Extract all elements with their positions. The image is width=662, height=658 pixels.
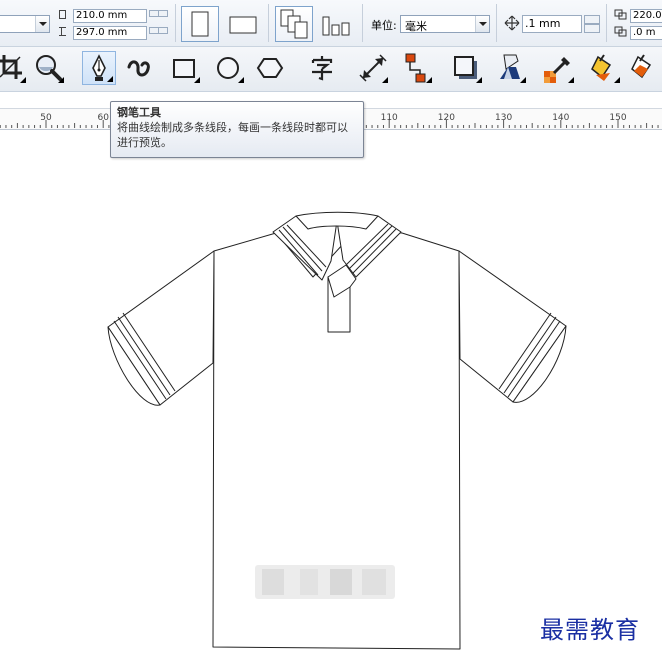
ruler-tick-label: 130	[495, 113, 512, 123]
text-tool[interactable]	[306, 51, 340, 85]
ruler-tick-label: 120	[438, 113, 455, 123]
tooltip-description: 将曲线绘制成多条线段，每画一条线段时都可以进行预览。	[117, 121, 348, 149]
units-dropdown[interactable]: 毫米	[400, 15, 490, 33]
drawing-canvas[interactable]	[0, 129, 662, 658]
ruler-tick-label: 110	[381, 113, 398, 123]
current-page-button[interactable]	[317, 6, 355, 42]
toolbox	[0, 47, 662, 92]
polygon-tool-icon	[256, 58, 284, 78]
separator	[268, 4, 269, 42]
duplicate-y-field[interactable]: .0 m	[630, 26, 662, 40]
all-pages-button[interactable]	[275, 6, 313, 42]
text-tool-icon	[311, 56, 333, 81]
connector-tool[interactable]	[400, 51, 434, 85]
units-label: 单位:	[371, 19, 397, 32]
portrait-icon	[191, 11, 209, 37]
duplicate-x-field[interactable]: 220.0	[630, 9, 662, 23]
ruler-tick-label: 140	[552, 113, 569, 123]
nudge-spin-down[interactable]	[584, 24, 600, 33]
separator	[175, 4, 176, 42]
rectangle-tool[interactable]	[168, 51, 202, 85]
watermark: 最需教育	[540, 616, 640, 644]
artistic-media-icon	[127, 60, 150, 77]
zoom-tool[interactable]	[32, 51, 66, 85]
current-page-icon	[322, 16, 350, 36]
color-eyedropper-tool[interactable]	[542, 51, 576, 85]
smart-fill-tool[interactable]	[628, 51, 662, 85]
duplicate-x-icon	[614, 9, 627, 20]
ellipse-tool[interactable]	[212, 51, 246, 85]
page-height-field[interactable]: 297.0 mm	[73, 26, 147, 40]
drop-shadow-tool[interactable]	[450, 51, 484, 85]
height-icon	[59, 27, 66, 36]
nudge-field[interactable]: .1 mm	[522, 15, 582, 33]
fill-tool[interactable]	[588, 51, 622, 85]
property-bar: 210.0 mm 297.0 mm 单位: 毫米 .1 mm 220.0 .0 …	[0, 0, 662, 47]
ruler-tick-label: 150	[609, 113, 626, 123]
collar-back[interactable]	[295, 211, 379, 230]
landscape-icon	[229, 16, 257, 34]
nudge-icon	[504, 15, 520, 31]
separator	[496, 4, 497, 42]
dimension-tool[interactable]	[356, 51, 390, 85]
ruler-tick-label: 60	[97, 113, 109, 123]
tooltip-title: 钢笔工具	[117, 106, 161, 119]
paper-type-dropdown[interactable]	[0, 15, 50, 33]
units-value: 毫米	[405, 20, 427, 33]
crop-tool[interactable]	[0, 51, 28, 85]
portrait-button[interactable]	[181, 6, 219, 42]
polygon-tool[interactable]	[254, 51, 288, 85]
separator	[606, 4, 607, 42]
smart-fill-icon	[631, 54, 652, 79]
pen-tool[interactable]	[82, 51, 116, 85]
width-icon	[59, 10, 66, 19]
nudge-spin-up[interactable]	[584, 15, 600, 24]
blurred-label	[255, 565, 395, 599]
landscape-button[interactable]	[223, 6, 261, 42]
artistic-media-tool[interactable]	[124, 51, 158, 85]
separator	[362, 4, 363, 42]
pen-tool-tooltip: 钢笔工具 将曲线绘制成多条线段，每画一条线段时都可以进行预览。	[110, 101, 364, 158]
page-width-field[interactable]: 210.0 mm	[73, 9, 147, 23]
height-spin-down[interactable]	[158, 27, 168, 34]
duplicate-y-icon	[614, 26, 627, 37]
all-pages-icon	[280, 9, 308, 39]
ruler-tick-label: 50	[40, 113, 52, 123]
transparency-tool[interactable]	[494, 51, 528, 85]
width-lock-toggle[interactable]	[158, 10, 168, 17]
